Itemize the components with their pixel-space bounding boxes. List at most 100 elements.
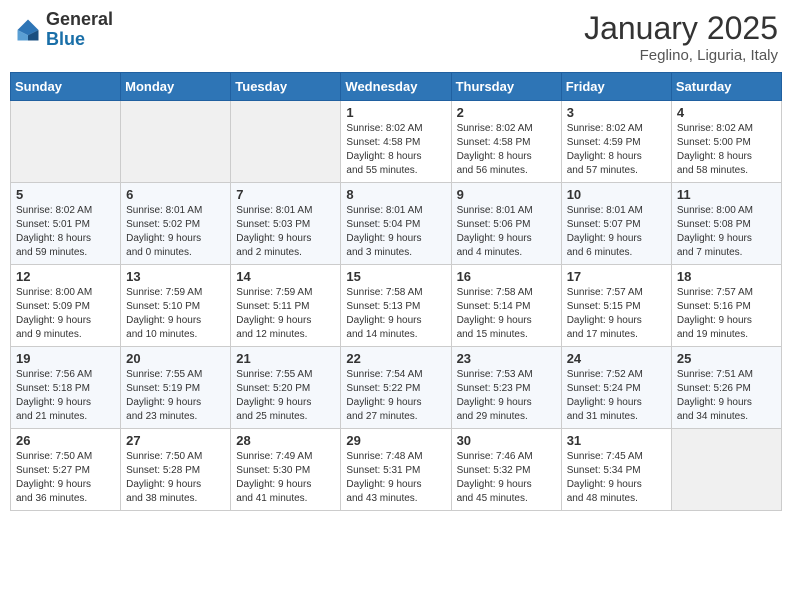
calendar-cell: 22 Sunrise: 7:54 AM Sunset: 5:22 PM Dayli… [341,347,451,429]
day-number: 28 [236,433,335,448]
calendar-cell: 6Sunrise: 8:01 AM Sunset: 5:02 PM Daylig… [121,183,231,265]
calendar-cell: 17 Sunrise: 7:57 AM Sunset: 5:15 PM Dayli… [561,265,671,347]
logo-general-text: General [46,9,113,29]
calendar-week-1: 1 Sunrise: 8:02 AM Sunset: 4:58 PM Daylig… [11,101,782,183]
day-header-saturday: Saturday [671,73,781,101]
day-info: Sunrise: 7:45 AM Sunset: 5:34 PM Dayligh… [567,450,666,506]
day-number: 11 [677,187,776,202]
day-info: Sunrise: 8:01 AM Sunset: 5:06 PM Dayligh… [457,204,556,260]
calendar-header-row: SundayMondayTuesdayWednesdayThursdayFrid… [11,73,782,101]
day-info: Sunrise: 7:58 AM Sunset: 5:13 PM Dayligh… [346,286,445,342]
calendar-cell: 13 Sunrise: 7:59 AM Sunset: 5:10 PM Dayli… [121,265,231,347]
day-info: Sunrise: 8:00 AM Sunset: 5:09 PM Dayligh… [16,286,115,342]
day-info: Sunrise: 7:57 AM Sunset: 5:15 PM Dayligh… [567,286,666,342]
day-number: 1 [346,105,445,120]
day-info: Sunrise: 7:48 AM Sunset: 5:31 PM Dayligh… [346,450,445,506]
day-info: Sunrise: 7:57 AM Sunset: 5:16 PM Dayligh… [677,286,776,342]
day-info: Sunrise: 7:55 AM Sunset: 5:20 PM Dayligh… [236,368,335,424]
day-number: 17 [567,269,666,284]
day-header-friday: Friday [561,73,671,101]
calendar-cell: 18Sunrise: 7:57 AM Sunset: 5:16 PM Dayli… [671,265,781,347]
day-info: Sunrise: 7:59 AM Sunset: 5:10 PM Dayligh… [126,286,225,342]
day-header-tuesday: Tuesday [231,73,341,101]
day-header-monday: Monday [121,73,231,101]
calendar-cell [121,101,231,183]
calendar-week-4: 19 Sunrise: 7:56 AM Sunset: 5:18 PM Dayli… [11,347,782,429]
day-number: 29 [346,433,445,448]
day-number: 26 [16,433,115,448]
logo-icon [14,16,42,44]
day-number: 16 [457,269,556,284]
day-info: Sunrise: 8:01 AM Sunset: 5:02 PM Dayligh… [126,204,225,260]
calendar-table: SundayMondayTuesdayWednesdayThursdayFrid… [10,72,782,511]
location-title: Feglino, Liguria, Italy [584,47,778,64]
calendar-cell: 21 Sunrise: 7:55 AM Sunset: 5:20 PM Dayli… [231,347,341,429]
calendar-cell: 4Sunrise: 8:02 AM Sunset: 5:00 PM Daylig… [671,101,781,183]
day-header-sunday: Sunday [11,73,121,101]
day-number: 20 [126,351,225,366]
day-info: Sunrise: 7:49 AM Sunset: 5:30 PM Dayligh… [236,450,335,506]
calendar-cell: 3Sunrise: 8:02 AM Sunset: 4:59 PM Daylig… [561,101,671,183]
day-info: Sunrise: 8:02 AM Sunset: 4:58 PM Dayligh… [457,122,556,178]
day-number: 9 [457,187,556,202]
day-number: 8 [346,187,445,202]
calendar-cell: 27 Sunrise: 7:50 AM Sunset: 5:28 PM Dayli… [121,429,231,511]
logo-blue-text: Blue [46,29,85,49]
calendar-cell: 11 Sunrise: 8:00 AM Sunset: 5:08 PM Dayli… [671,183,781,265]
title-block: January 2025 Feglino, Liguria, Italy [584,10,778,64]
day-info: Sunrise: 7:46 AM Sunset: 5:32 PM Dayligh… [457,450,556,506]
day-number: 22 [346,351,445,366]
day-number: 24 [567,351,666,366]
day-info: Sunrise: 8:01 AM Sunset: 5:07 PM Dayligh… [567,204,666,260]
calendar-cell: 23 Sunrise: 7:53 AM Sunset: 5:23 PM Dayli… [451,347,561,429]
calendar-cell: 28 Sunrise: 7:49 AM Sunset: 5:30 PM Dayli… [231,429,341,511]
day-number: 21 [236,351,335,366]
calendar-cell [671,429,781,511]
calendar-cell: 15 Sunrise: 7:58 AM Sunset: 5:13 PM Dayli… [341,265,451,347]
calendar-cell: 31Sunrise: 7:45 AM Sunset: 5:34 PM Dayli… [561,429,671,511]
calendar-cell: 8Sunrise: 8:01 AM Sunset: 5:04 PM Daylig… [341,183,451,265]
day-info: Sunrise: 7:59 AM Sunset: 5:11 PM Dayligh… [236,286,335,342]
day-number: 23 [457,351,556,366]
day-info: Sunrise: 8:00 AM Sunset: 5:08 PM Dayligh… [677,204,776,260]
calendar-cell [231,101,341,183]
day-number: 5 [16,187,115,202]
calendar-cell: 26 Sunrise: 7:50 AM Sunset: 5:27 PM Dayli… [11,429,121,511]
calendar-cell: 24 Sunrise: 7:52 AM Sunset: 5:24 PM Dayli… [561,347,671,429]
day-info: Sunrise: 8:02 AM Sunset: 4:59 PM Dayligh… [567,122,666,178]
day-info: Sunrise: 7:54 AM Sunset: 5:22 PM Dayligh… [346,368,445,424]
calendar-cell: 10 Sunrise: 8:01 AM Sunset: 5:07 PM Dayli… [561,183,671,265]
calendar-cell: 14 Sunrise: 7:59 AM Sunset: 5:11 PM Dayli… [231,265,341,347]
month-title: January 2025 [584,10,778,47]
calendar-cell [11,101,121,183]
calendar-cell: 30Sunrise: 7:46 AM Sunset: 5:32 PM Dayli… [451,429,561,511]
day-info: Sunrise: 7:55 AM Sunset: 5:19 PM Dayligh… [126,368,225,424]
day-header-wednesday: Wednesday [341,73,451,101]
calendar-week-2: 5Sunrise: 8:02 AM Sunset: 5:01 PM Daylig… [11,183,782,265]
day-info: Sunrise: 7:50 AM Sunset: 5:27 PM Dayligh… [16,450,115,506]
calendar-cell: 9 Sunrise: 8:01 AM Sunset: 5:06 PM Daylig… [451,183,561,265]
calendar-cell: 7Sunrise: 8:01 AM Sunset: 5:03 PM Daylig… [231,183,341,265]
calendar-cell: 2 Sunrise: 8:02 AM Sunset: 4:58 PM Daylig… [451,101,561,183]
day-number: 27 [126,433,225,448]
day-info: Sunrise: 7:53 AM Sunset: 5:23 PM Dayligh… [457,368,556,424]
day-number: 7 [236,187,335,202]
calendar-cell: 12Sunrise: 8:00 AM Sunset: 5:09 PM Dayli… [11,265,121,347]
page-header: General Blue January 2025 Feglino, Ligur… [10,10,782,64]
day-info: Sunrise: 7:56 AM Sunset: 5:18 PM Dayligh… [16,368,115,424]
day-number: 13 [126,269,225,284]
calendar-cell: 29 Sunrise: 7:48 AM Sunset: 5:31 PM Dayli… [341,429,451,511]
day-number: 2 [457,105,556,120]
day-number: 19 [16,351,115,366]
logo: General Blue [14,10,113,50]
day-number: 10 [567,187,666,202]
day-info: Sunrise: 7:50 AM Sunset: 5:28 PM Dayligh… [126,450,225,506]
day-info: Sunrise: 7:52 AM Sunset: 5:24 PM Dayligh… [567,368,666,424]
day-number: 14 [236,269,335,284]
day-number: 15 [346,269,445,284]
day-number: 4 [677,105,776,120]
day-info: Sunrise: 7:51 AM Sunset: 5:26 PM Dayligh… [677,368,776,424]
day-number: 25 [677,351,776,366]
calendar-cell: 19 Sunrise: 7:56 AM Sunset: 5:18 PM Dayli… [11,347,121,429]
day-info: Sunrise: 8:02 AM Sunset: 4:58 PM Dayligh… [346,122,445,178]
